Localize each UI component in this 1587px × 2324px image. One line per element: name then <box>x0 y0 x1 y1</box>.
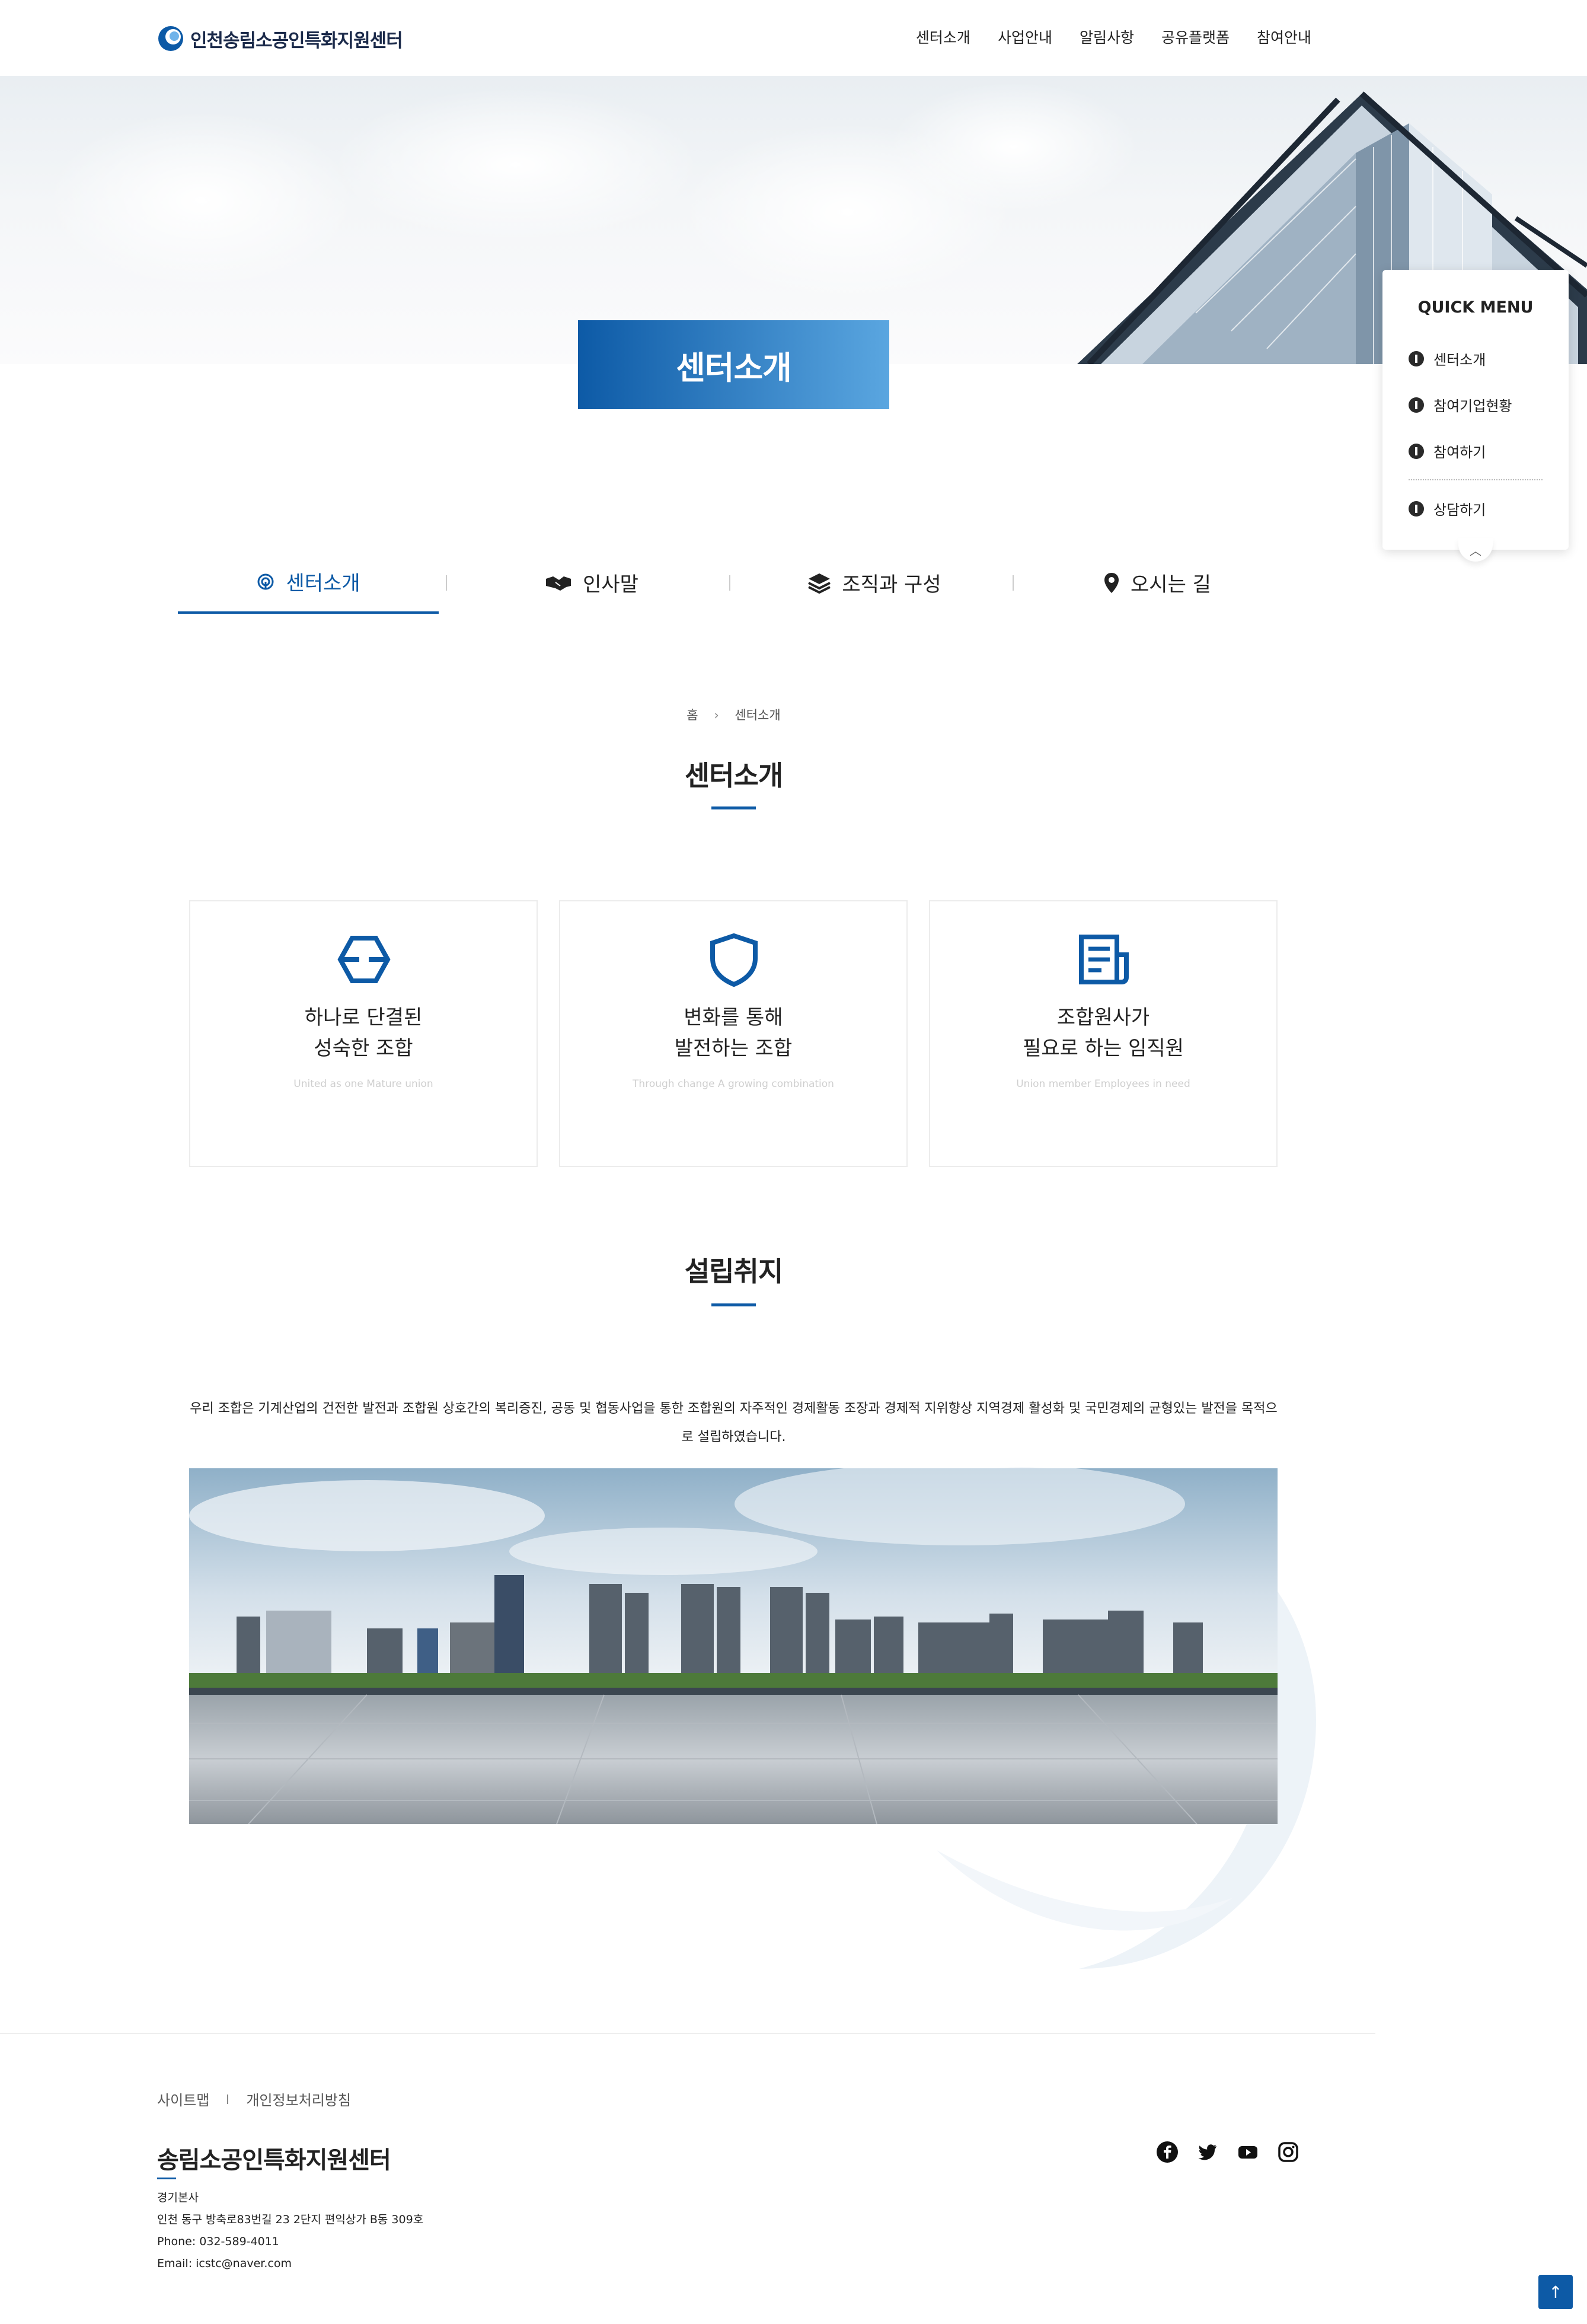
tab-divider <box>446 575 447 591</box>
value-card-title-line: 발전하는 조합 <box>674 1037 793 1060</box>
footer-links: 사이트맵 개인정보처리방침 <box>157 2089 351 2109</box>
eye-slash-icon <box>1409 397 1424 413</box>
site-logo[interactable]: 인천송림소공인특화지원센터 <box>157 23 403 55</box>
quick-menu-divider <box>1409 479 1543 480</box>
tab-center-intro[interactable]: 센터소개 <box>178 551 439 614</box>
page-title: 센터소개 <box>676 349 792 387</box>
tab-label: 오시는 길 <box>1131 573 1211 597</box>
youtube-icon[interactable] <box>1237 2141 1259 2163</box>
page-title-banner: 센터소개 <box>578 320 889 409</box>
facebook-icon[interactable] <box>1156 2141 1179 2163</box>
city-skyline-image <box>189 1468 1278 1824</box>
info-icon <box>1409 350 1424 366</box>
social-links <box>1156 2141 1299 2163</box>
quick-menu-title: QUICK MENU <box>1417 298 1534 317</box>
quick-item-label: 상담하기 <box>1433 502 1486 518</box>
value-card-change: 변화를 통해 발전하는 조합 Through change A growing … <box>559 900 908 1167</box>
footer-info: 경기본사 인천 동구 방축로83번길 23 2단지 편익상가 B동 309호 P… <box>157 2187 423 2275</box>
footer-phone: Phone: 032-589-4011 <box>157 2235 279 2248</box>
instagram-icon[interactable] <box>1277 2141 1299 2163</box>
breadcrumb-separator: › <box>714 708 719 722</box>
user-circle-icon <box>1409 443 1424 459</box>
logo-mark-icon <box>158 26 183 51</box>
breadcrumb-home[interactable]: 홈 <box>686 708 698 722</box>
sub-tabs: 센터소개 인사말 조직과 구성 오시는 길 <box>178 551 1289 614</box>
nav-item-notice[interactable]: 알림사항 <box>1080 26 1134 47</box>
value-card-title: 조합원사가 필요로 하는 임직원 <box>930 1002 1276 1064</box>
value-card-title-line: 조합원사가 <box>1056 1006 1150 1029</box>
quick-item-center[interactable]: 센터소개 <box>1409 348 1486 369</box>
value-card-title-line: 성숙한 조합 <box>314 1037 413 1060</box>
footer-name-underline <box>157 2178 176 2179</box>
tab-greeting[interactable]: 인사말 <box>461 551 722 614</box>
tab-directions[interactable]: 오시는 길 <box>1027 551 1288 614</box>
twitter-icon[interactable] <box>1196 2141 1219 2163</box>
quick-item-companies[interactable]: 참여기업현황 <box>1409 394 1512 415</box>
value-card-unity: 하나로 단결된 성숙한 조합 United as one Mature unio… <box>189 900 538 1167</box>
value-card-title-line: 필요로 하는 임직원 <box>1023 1037 1184 1060</box>
document-icon <box>1079 935 1129 984</box>
footer-address: 인천 동구 방축로83번길 23 2단지 편익상가 B동 309호 <box>157 2213 424 2226</box>
fingerprint-icon <box>257 573 274 589</box>
value-card-subtitle: Through change A growing combination <box>633 1078 834 1090</box>
footer-org-name: 송림소공인특화지원센터 <box>157 2147 391 2174</box>
value-card-title-line: 하나로 단결된 <box>304 1006 423 1029</box>
nav-item-business[interactable]: 사업안내 <box>998 26 1052 47</box>
shield-icon <box>710 933 758 987</box>
chevron-up-icon: ︿ <box>1470 543 1481 558</box>
tab-organization[interactable]: 조직과 구성 <box>744 551 1005 614</box>
purpose-title-underline <box>711 1303 756 1306</box>
quick-item-label: 센터소개 <box>1433 352 1486 368</box>
map-pin-icon <box>1104 572 1119 593</box>
footer-branch: 경기본사 <box>157 2191 199 2204</box>
tab-label: 인사말 <box>583 573 638 597</box>
footer-link-privacy[interactable]: 개인정보처리방침 <box>246 2089 351 2109</box>
quick-menu-toggle[interactable]: ︿ <box>1458 538 1493 562</box>
tab-label: 센터소개 <box>286 572 360 595</box>
arrow-up-icon: ↑ <box>1548 2282 1563 2302</box>
value-card-title-line: 변화를 통해 <box>684 1006 783 1029</box>
main-nav: 센터소개 사업안내 알림사항 공유플랫폼 참여안내 <box>916 26 1311 47</box>
hexagon-icon <box>337 936 391 983</box>
purpose-section-title: 설립취지 <box>684 1255 783 1287</box>
intro-section-title: 센터소개 <box>684 760 783 792</box>
value-card-subtitle: Union member Employees in need <box>1016 1078 1190 1090</box>
scroll-top-button[interactable]: ↑ <box>1538 2275 1573 2309</box>
nav-item-center[interactable]: 센터소개 <box>916 26 970 47</box>
tab-divider <box>729 575 730 591</box>
logo-text: 인천송림소공인특화지원센터 <box>190 30 403 52</box>
footer-divider <box>0 2033 1375 2034</box>
breadcrumb-current: 센터소개 <box>735 708 781 722</box>
footer-email: Email: icstc@naver.com <box>157 2257 292 2270</box>
footer-link-separator <box>227 2094 229 2104</box>
site-header: 인천송림소공인특화지원센터 센터소개 사업안내 알림사항 공유플랫폼 참여안내 <box>0 0 1587 76</box>
quick-item-join[interactable]: 참여하기 <box>1409 441 1486 461</box>
nav-item-participation[interactable]: 참여안내 <box>1257 26 1311 47</box>
tab-label: 조직과 구성 <box>842 573 941 597</box>
quick-item-consult[interactable]: 상담하기 <box>1409 498 1486 519</box>
breadcrumb: 홈 › 센터소개 <box>0 706 1467 723</box>
value-card-employees: 조합원사가 필요로 하는 임직원 Union member Employees … <box>929 900 1278 1167</box>
chat-bubble-icon <box>1409 500 1424 517</box>
value-card-title: 변화를 통해 발전하는 조합 <box>560 1002 906 1064</box>
quick-item-label: 참여하기 <box>1433 444 1486 461</box>
layers-icon <box>808 573 831 594</box>
intro-title-underline <box>711 806 756 809</box>
value-card-subtitle: United as one Mature union <box>293 1078 433 1090</box>
quick-menu: QUICK MENU 센터소개 참여기업현황 참여하기 상담하기 ︿ <box>1382 270 1569 562</box>
tab-divider <box>1013 575 1014 591</box>
quick-item-label: 참여기업현황 <box>1433 398 1512 415</box>
value-card-title: 하나로 단결된 성숙한 조합 <box>190 1002 537 1064</box>
handshake-icon <box>546 576 571 591</box>
footer-link-sitemap[interactable]: 사이트맵 <box>157 2089 209 2109</box>
nav-item-platform[interactable]: 공유플랫폼 <box>1161 26 1230 47</box>
